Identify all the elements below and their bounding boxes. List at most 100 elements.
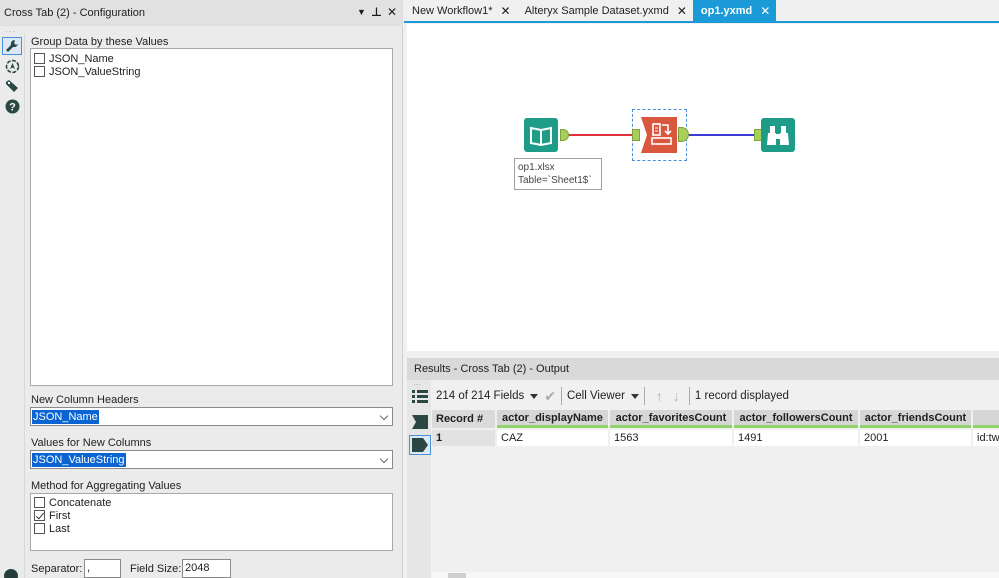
- tab-op1[interactable]: op1.yxmd ✕: [692, 0, 777, 21]
- cell[interactable]: 1563: [610, 430, 732, 446]
- status-check-icon: [4, 569, 18, 578]
- column-header[interactable]: actor_displayName: [497, 410, 608, 428]
- aggregation-item-last[interactable]: Last: [31, 522, 392, 535]
- item-label: First: [49, 509, 71, 522]
- connection-input-to-crosstab[interactable]: [569, 134, 633, 136]
- cross-tab-icon: [641, 117, 677, 153]
- dropdown-icon[interactable]: ▼: [357, 7, 366, 19]
- scrollbar-thumb[interactable]: [448, 573, 466, 578]
- connection-crosstab-to-browse[interactable]: [688, 134, 756, 136]
- field-size-input[interactable]: 2048: [182, 559, 231, 578]
- checkbox[interactable]: [34, 523, 45, 534]
- group-by-item[interactable]: JSON_Name: [31, 52, 392, 65]
- new-column-headers-select[interactable]: JSON_Name: [30, 407, 393, 426]
- browse-tool[interactable]: [761, 118, 795, 152]
- sort-up-icon[interactable]: ↑: [656, 388, 663, 404]
- annotation-line: op1.xlsx: [518, 162, 555, 173]
- close-icon[interactable]: ✕: [387, 5, 397, 19]
- close-icon[interactable]: ✕: [760, 4, 770, 18]
- chevron-down-icon[interactable]: [379, 411, 389, 421]
- selected-value: JSON_Name: [32, 409, 99, 424]
- pin-icon[interactable]: ⊥: [371, 5, 382, 19]
- wrench-icon[interactable]: [2, 37, 22, 55]
- checkmark-icon[interactable]: ✔: [544, 388, 556, 405]
- caret-down-icon[interactable]: [530, 393, 539, 399]
- tab-label: Alteryx Sample Dataset.yxmd: [524, 4, 669, 17]
- results-grid: Record # actor_displayName actor_favorit…: [432, 410, 999, 446]
- column-header[interactable]: actor_friendsCount: [860, 410, 971, 428]
- toolbar-separator: [688, 387, 690, 405]
- tag-icon[interactable]: [2, 77, 22, 95]
- group-by-list[interactable]: JSON_Name JSON_ValueString: [30, 48, 393, 386]
- side-separator: [24, 34, 25, 578]
- item-label: JSON_ValueString: [49, 65, 141, 78]
- group-by-label: Group Data by these Values: [31, 36, 169, 48]
- close-icon[interactable]: ✕: [677, 4, 687, 18]
- viewer-label: Cell Viewer: [566, 390, 625, 402]
- compass-icon[interactable]: [2, 57, 22, 75]
- close-icon[interactable]: ✕: [501, 4, 511, 18]
- cell[interactable]: 1491: [734, 430, 858, 446]
- item-label: Last: [49, 522, 70, 535]
- aggregation-label: Method for Aggregating Values: [31, 480, 182, 492]
- record-count: 1 record displayed: [694, 390, 789, 402]
- checkbox-checked[interactable]: [34, 510, 45, 521]
- input-data-tool[interactable]: [524, 118, 558, 152]
- values-for-new-columns-label: Values for New Columns: [31, 437, 152, 449]
- configuration-panel: Cross Tab (2) - Configuration ▼ ⊥ ✕ ··· …: [0, 0, 403, 578]
- separator-input[interactable]: ,: [84, 559, 121, 578]
- sort-down-icon[interactable]: ↓: [673, 388, 680, 404]
- aggregation-list[interactable]: Concatenate First Last: [30, 493, 393, 551]
- chevron-down-icon[interactable]: [379, 454, 389, 464]
- group-by-item[interactable]: JSON_ValueString: [31, 65, 392, 78]
- column-header[interactable]: actor_followersCount: [734, 410, 858, 428]
- annotation-line: Table=`Sheet1$`: [518, 175, 592, 186]
- binoculars-icon: [767, 126, 789, 145]
- checkbox[interactable]: [34, 66, 45, 77]
- workflow-tabs: New Workflow1* ✕ Alteryx Sample Dataset.…: [404, 0, 999, 23]
- list-icon[interactable]: [412, 390, 428, 407]
- tab-alteryx-sample-dataset[interactable]: Alteryx Sample Dataset.yxmd ✕: [517, 0, 693, 21]
- cell[interactable]: id:twi: [973, 430, 999, 446]
- output-anchor-icon[interactable]: [409, 435, 431, 455]
- cell[interactable]: 2001: [860, 430, 971, 446]
- checkbox[interactable]: [34, 497, 45, 508]
- grip-dots: ···: [5, 27, 16, 36]
- horizontal-scrollbar[interactable]: [432, 572, 999, 578]
- alteryx-window: Cross Tab (2) - Configuration ▼ ⊥ ✕ ··· …: [0, 0, 999, 578]
- column-header[interactable]: actor_favoritesCount: [610, 410, 732, 428]
- column-header[interactable]: Record #: [432, 410, 495, 428]
- tab-label: New Workflow1*: [412, 4, 493, 17]
- cell[interactable]: 1: [432, 430, 495, 446]
- separator-label: Separator:: [31, 563, 83, 575]
- config-title: Cross Tab (2) - Configuration: [4, 7, 146, 19]
- results-title-bar: Results - Cross Tab (2) - Output: [407, 358, 999, 380]
- toolbar-separator: [643, 387, 645, 405]
- workflow-canvas[interactable]: [407, 24, 999, 351]
- header-row: Record # actor_displayName actor_favorit…: [432, 410, 999, 428]
- values-for-new-columns-select[interactable]: JSON_ValueString: [30, 450, 393, 469]
- aggregation-item-concatenate[interactable]: Concatenate: [31, 496, 392, 509]
- field-size-label: Field Size:: [130, 563, 182, 575]
- fields-selector[interactable]: 214 of 214 Fields: [432, 390, 539, 402]
- selected-value: JSON_ValueString: [32, 452, 126, 467]
- input-anchor[interactable]: [632, 129, 640, 141]
- new-column-headers-label: New Column Headers: [31, 394, 139, 406]
- caret-down-icon[interactable]: [630, 393, 639, 399]
- input-anchor-icon[interactable]: [412, 415, 428, 432]
- help-icon[interactable]: ?: [2, 97, 22, 115]
- results-side-toolbar: ···: [407, 380, 431, 578]
- aggregation-item-first[interactable]: First: [31, 509, 392, 522]
- viewer-selector[interactable]: Cell Viewer: [567, 390, 639, 402]
- checkbox[interactable]: [34, 53, 45, 64]
- table-row[interactable]: 1 CAZ 1563 1491 2001 id:twi: [432, 428, 999, 446]
- tool-annotation: op1.xlsx Table=`Sheet1$`: [514, 158, 602, 190]
- grip-dots: ···: [413, 380, 421, 389]
- cross-tab-tool[interactable]: [641, 117, 677, 156]
- config-title-bar: Cross Tab (2) - Configuration ▼ ⊥ ✕: [0, 0, 403, 26]
- cell[interactable]: CAZ: [497, 430, 608, 446]
- fields-label: 214 of 214 Fields: [436, 390, 525, 402]
- tab-new-workflow1[interactable]: New Workflow1* ✕: [404, 0, 517, 21]
- config-side-toolbar: ··· ?: [0, 26, 24, 578]
- column-header[interactable]: [973, 410, 999, 428]
